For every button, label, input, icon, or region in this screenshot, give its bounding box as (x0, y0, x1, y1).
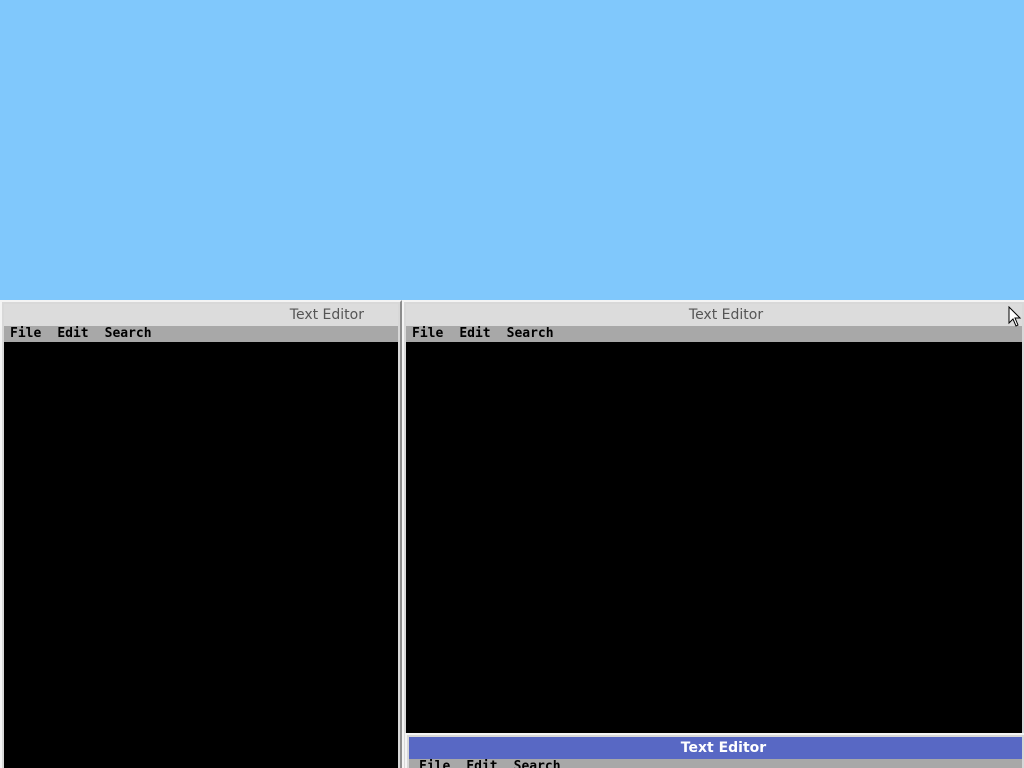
menu-search[interactable]: Search (507, 326, 554, 342)
text-editor-window-3[interactable]: Text Editor File Edit Search (405, 733, 1024, 768)
menu-file[interactable]: File (10, 326, 41, 342)
text-editor-window-1[interactable]: Text Editor File Edit Search (0, 300, 402, 768)
text-editing-area[interactable] (4, 342, 398, 768)
window-titlebar[interactable]: Text Editor (4, 304, 398, 326)
menu-file[interactable]: File (419, 759, 450, 768)
menu-bar: File Edit Search (409, 759, 1022, 768)
text-editing-area[interactable] (406, 342, 1022, 768)
menu-file[interactable]: File (412, 326, 443, 342)
menu-edit[interactable]: Edit (459, 326, 490, 342)
menu-bar: File Edit Search (4, 326, 398, 342)
menu-edit[interactable]: Edit (466, 759, 497, 768)
window-titlebar-active[interactable]: Text Editor (409, 737, 1022, 759)
window-titlebar[interactable]: Text Editor (406, 304, 1022, 326)
mouse-pointer-icon (1008, 306, 1022, 327)
menu-search[interactable]: Search (514, 759, 561, 768)
menu-bar: File Edit Search (406, 326, 1022, 342)
menu-edit[interactable]: Edit (57, 326, 88, 342)
text-editor-window-2[interactable]: Text Editor File Edit Search (402, 300, 1024, 768)
menu-search[interactable]: Search (105, 326, 152, 342)
